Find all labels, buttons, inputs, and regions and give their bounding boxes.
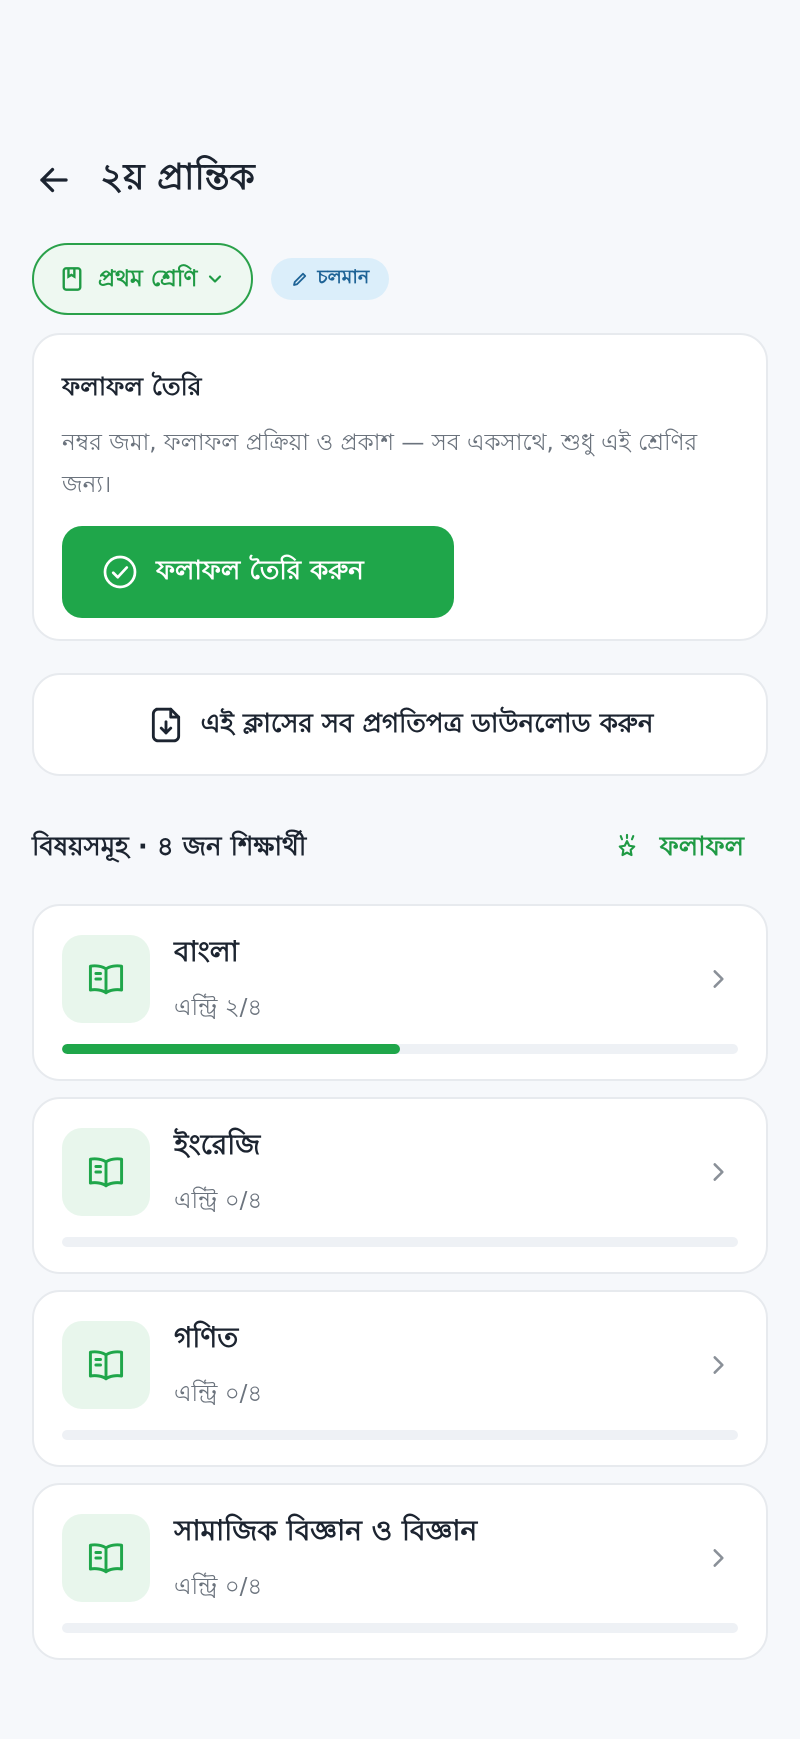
subject-card[interactable]: বাংলা এন্ট্রি ২/৪ — [32, 904, 768, 1081]
result-card-title: ফলাফল তৈরি — [62, 372, 202, 401]
create-result-button[interactable]: ফলাফল তৈরি করুন — [62, 526, 454, 618]
result-create-card: ফলাফল তৈরি নম্বর জমা, ফলাফল প্রক্রিয়া ও… — [32, 333, 768, 641]
check-circle-icon — [103, 555, 137, 589]
book-open-icon — [62, 1321, 150, 1409]
result-card-description: নম্বর জমা, ফলাফল প্রক্রিয়া ও প্রকাশ — স… — [62, 430, 698, 498]
results-link[interactable]: ফলাফল — [612, 826, 752, 870]
create-result-button-label: ফলাফল তৈরি করুন — [156, 556, 364, 586]
app-header: ২য় প্রান্তিক — [34, 150, 255, 210]
entry-progress-fill — [62, 1044, 400, 1054]
chevron-right-icon — [698, 959, 738, 999]
subject-card[interactable]: সামাজিক বিজ্ঞান ও বিজ্ঞান এন্ট্রি ০/৪ — [32, 1483, 768, 1660]
chevron-right-icon — [698, 1152, 738, 1192]
entry-progress-bar — [62, 1237, 738, 1247]
chevron-right-icon — [698, 1538, 738, 1578]
entry-progress-bar — [62, 1430, 738, 1440]
back-button[interactable] — [30, 156, 78, 204]
entry-progress-bar — [62, 1623, 738, 1633]
subjects-count-label: বিষয়সমূহ · ৪ জন শিক্ষার্থী — [32, 832, 307, 862]
subject-card[interactable]: ইংরেজি এন্ট্রি ০/৪ — [32, 1097, 768, 1274]
subject-list-screen: ২য় প্রান্তিক প্রথম শ্রেণি চলমান ফলাফল ত… — [0, 0, 800, 1739]
pencil-icon — [293, 272, 307, 286]
subject-entry-count: এন্ট্রি ০/৪ — [174, 1188, 263, 1214]
entry-progress-bar — [62, 1044, 738, 1054]
subject-name: বাংলা — [174, 935, 239, 968]
page-title: ২য় প্রান্তিক — [100, 157, 255, 198]
subject-entry-count: এন্ট্রি ২/৪ — [174, 995, 263, 1021]
book-open-icon — [62, 935, 150, 1023]
subject-card[interactable]: গণিত এন্ট্রি ০/৪ — [32, 1290, 768, 1467]
download-progress-reports-button[interactable]: এই ক্লাসের সব প্রগতিপত্র ডাউনলোড করুন — [32, 673, 768, 776]
subject-name: ইংরেজি — [174, 1128, 261, 1161]
class-selector-chip[interactable]: প্রথম শ্রেণি — [32, 243, 254, 315]
subjects-section-header: বিষয়সমূহ · ৪ জন শিক্ষার্থী ফলাফল — [32, 820, 752, 876]
download-label: এই ক্লাসের সব প্রগতিপত্র ডাউনলোড করুন — [200, 708, 654, 739]
book-open-icon — [62, 1128, 150, 1216]
arrow-left-icon — [40, 167, 68, 193]
class-selector-label: প্রথম শ্রেণি — [98, 265, 198, 292]
filter-chips: প্রথম শ্রেণি চলমান — [32, 243, 390, 315]
subject-entry-count: এন্ট্রি ০/৪ — [174, 1381, 263, 1407]
status-label: চলমান — [317, 266, 370, 288]
subject-name: গণিত — [174, 1321, 239, 1354]
chevron-right-icon — [698, 1345, 738, 1385]
book-icon — [62, 267, 82, 291]
subject-entry-count: এন্ট্রি ০/৪ — [174, 1574, 263, 1600]
file-download-icon — [151, 707, 180, 742]
book-open-icon — [62, 1514, 150, 1602]
results-link-label: ফলাফল — [659, 832, 744, 862]
chevron-down-icon — [209, 275, 222, 283]
status-badge: চলমান — [271, 258, 390, 300]
subject-name: সামাজিক বিজ্ঞান ও বিজ্ঞান — [174, 1514, 478, 1547]
award-star-icon — [618, 833, 636, 857]
